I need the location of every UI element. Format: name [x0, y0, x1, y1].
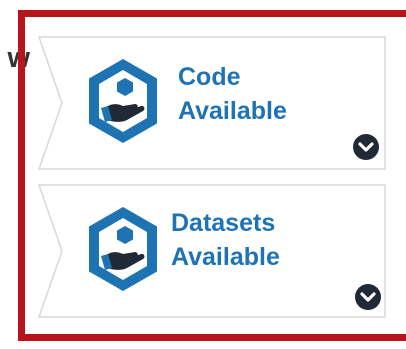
hand-hexagon-icon — [89, 207, 157, 291]
badge-label-line1: Datasets — [171, 209, 276, 237]
badge-label: Datasets Available — [171, 206, 280, 274]
page: w Code Available Datasets Available — [0, 0, 406, 349]
badge-label: Code Available — [178, 60, 287, 128]
chevron-down-icon[interactable] — [352, 133, 380, 161]
hand-hexagon-icon — [89, 59, 157, 143]
badge-label-line1: Code — [178, 63, 241, 91]
datasets-available-badge[interactable]: Datasets Available — [38, 184, 386, 318]
code-available-badge[interactable]: Code Available — [38, 36, 386, 170]
chevron-down-icon[interactable] — [354, 283, 382, 311]
badge-label-line2: Available — [171, 243, 280, 271]
badge-label-line2: Available — [178, 97, 287, 125]
